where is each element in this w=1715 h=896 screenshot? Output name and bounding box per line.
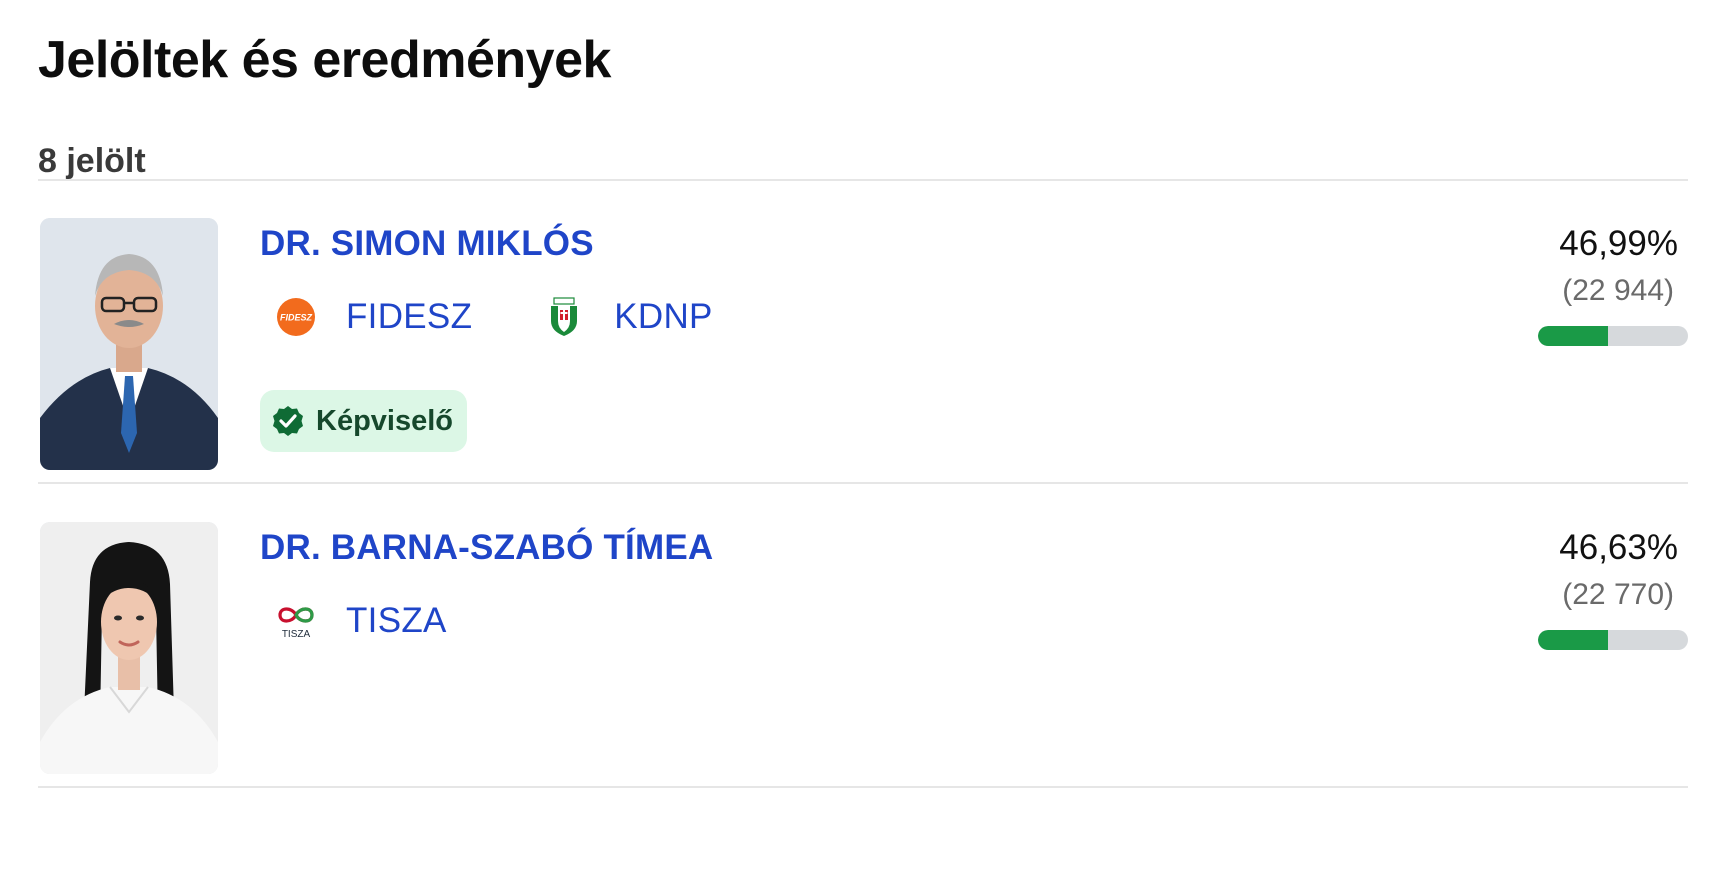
page-title: Jelöltek és eredmények bbox=[38, 31, 611, 89]
vote-progress-bar bbox=[1538, 326, 1688, 346]
badge-label: Képviselő bbox=[316, 404, 453, 437]
vote-percentage: 46,63% bbox=[1559, 528, 1678, 567]
party-item-tisza[interactable]: TISZA TISZA bbox=[260, 599, 447, 643]
divider bbox=[38, 179, 1688, 181]
candidate-row: DR. BARNA-SZABÓ TÍMEA TISZA TISZA 46,63%… bbox=[38, 522, 1688, 782]
divider bbox=[38, 786, 1688, 788]
candidate-name-link[interactable]: DR. SIMON MIKLÓS bbox=[260, 224, 594, 264]
vote-count: (22 770) bbox=[1562, 578, 1674, 611]
vote-progress-bar bbox=[1538, 630, 1688, 650]
party-item-kdnp[interactable]: KDNP bbox=[528, 295, 712, 339]
vote-progress-fill bbox=[1538, 630, 1608, 650]
svg-text:FIDESZ: FIDESZ bbox=[280, 313, 313, 323]
party-item-fidesz[interactable]: FIDESZ FIDESZ bbox=[260, 295, 472, 339]
candidate-photo[interactable] bbox=[40, 522, 218, 774]
divider bbox=[38, 482, 1688, 484]
candidate-count: 8 jelölt bbox=[38, 142, 146, 180]
party-name: TISZA bbox=[346, 601, 447, 640]
vote-count: (22 944) bbox=[1562, 274, 1674, 307]
kdnp-shield-icon bbox=[542, 295, 586, 339]
elected-badge: Képviselő bbox=[260, 390, 467, 452]
tisza-logo-icon: TISZA bbox=[274, 599, 318, 643]
party-list: FIDESZ FIDESZ KDNP bbox=[260, 292, 769, 342]
party-name: KDNP bbox=[614, 297, 713, 336]
candidate-row: DR. SIMON MIKLÓS FIDESZ FIDESZ KDNP Képv… bbox=[38, 218, 1688, 478]
fidesz-logo-icon: FIDESZ bbox=[274, 295, 318, 339]
svg-text:TISZA: TISZA bbox=[282, 629, 311, 640]
candidate-photo[interactable] bbox=[40, 218, 218, 470]
vote-progress-fill bbox=[1538, 326, 1609, 346]
result-block: 46,99% (22 944) bbox=[1528, 224, 1688, 308]
party-list: TISZA TISZA bbox=[260, 596, 503, 646]
party-name: FIDESZ bbox=[346, 297, 473, 336]
candidate-name-link[interactable]: DR. BARNA-SZABÓ TÍMEA bbox=[260, 528, 713, 568]
candidates-results-page: Jelöltek és eredmények 8 jelölt DR. SIMO… bbox=[0, 0, 1715, 896]
result-block: 46,63% (22 770) bbox=[1528, 528, 1688, 612]
vote-percentage: 46,99% bbox=[1559, 224, 1678, 263]
check-badge-icon bbox=[270, 403, 306, 439]
